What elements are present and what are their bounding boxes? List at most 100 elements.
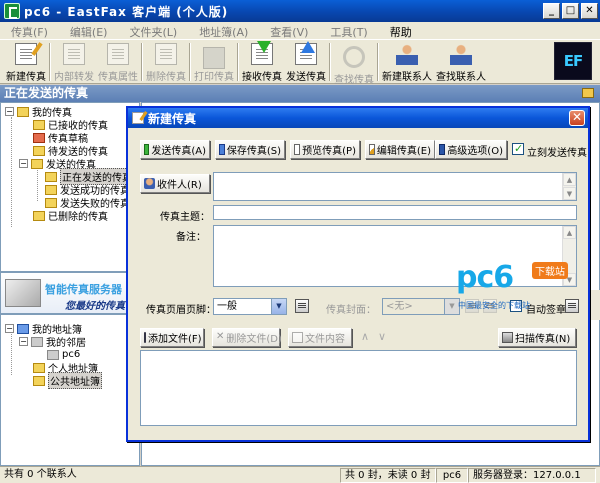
find-contact-button[interactable]: 查找联系人 bbox=[436, 40, 486, 83]
send-icon bbox=[295, 41, 317, 65]
book-icon bbox=[33, 375, 45, 386]
subject-label: 传真主题： bbox=[160, 212, 210, 223]
send-now-checkbox[interactable] bbox=[512, 142, 524, 155]
toolbar-separator bbox=[237, 43, 239, 81]
computer-icon bbox=[47, 349, 59, 360]
toolbar-separator bbox=[49, 43, 51, 81]
send-fax-button[interactable]: 发送传真(A) bbox=[140, 140, 210, 159]
search-icon bbox=[343, 46, 365, 68]
cover-label: 传真封面： bbox=[326, 305, 376, 316]
send-icon bbox=[144, 144, 150, 155]
tree-item-deleted[interactable]: 已删除的传真 bbox=[33, 209, 108, 223]
menu-address[interactable]: 地址簿(A) bbox=[188, 22, 259, 39]
folder-icon bbox=[31, 158, 43, 169]
menu-fax[interactable]: 传真(F) bbox=[0, 22, 59, 39]
eastfax-logo: EF bbox=[554, 42, 592, 80]
forward-button[interactable]: 内部转发 bbox=[54, 40, 94, 83]
recipient-field[interactable]: ▲ ▼ bbox=[213, 172, 577, 201]
window-title: pc6 - EastFax 客户端 (个人版) bbox=[24, 4, 229, 19]
status-counts: 共 0 封，未读 0 封 bbox=[340, 467, 436, 483]
address-book-tree: − 我的地址簿 − 我的邻居 pc6 个人地址簿 公共地址簿 bbox=[0, 314, 140, 466]
subject-input[interactable] bbox=[213, 205, 577, 220]
minimize-button[interactable]: _ bbox=[543, 3, 560, 19]
recipient-button[interactable]: 收件人(R) bbox=[140, 174, 210, 193]
attachment-list[interactable] bbox=[140, 350, 577, 426]
forward-icon bbox=[63, 43, 85, 65]
dialog-titlebar[interactable]: 新建传真 ✕ bbox=[128, 108, 588, 128]
window-controls: _ □ ✕ bbox=[543, 3, 598, 19]
pending-icon bbox=[33, 145, 45, 156]
toolbar-separator bbox=[189, 43, 191, 81]
main-toolbar: 新建传真 内部转发 传真属性 删除传真 打印传真 接收传真 发送传真 查找传真 … bbox=[0, 40, 600, 86]
save-icon bbox=[219, 144, 225, 155]
scroll-up-icon[interactable]: ▲ bbox=[563, 173, 576, 186]
folder-icon bbox=[45, 197, 57, 208]
edit-fax-button[interactable]: 编辑传真(E) bbox=[365, 140, 435, 159]
header-footer-select[interactable]: 一般 ▼ bbox=[213, 298, 287, 315]
advanced-options-button[interactable]: 高级选项(O) bbox=[435, 140, 507, 159]
move-up-icon[interactable]: ∧ bbox=[361, 330, 369, 343]
menu-tools[interactable]: 工具(T) bbox=[319, 22, 378, 39]
book-icon bbox=[33, 362, 45, 373]
menu-bar: 传真(F) 编辑(E) 文件夹(L) 地址簿(A) 查看(V) 工具(T) 帮助 bbox=[0, 22, 600, 40]
menu-edit[interactable]: 编辑(E) bbox=[59, 22, 119, 39]
toolbar-separator bbox=[329, 43, 331, 81]
collapse-icon[interactable]: − bbox=[19, 159, 28, 168]
status-server: 服务器登录：127.0.0.1 bbox=[468, 467, 596, 483]
network-icon bbox=[31, 336, 43, 347]
tree-item-neighbors[interactable]: − 我的邻居 bbox=[19, 335, 86, 349]
add-file-button[interactable]: 添加文件(F) bbox=[140, 328, 204, 347]
dialog-close-button[interactable]: ✕ bbox=[569, 110, 585, 126]
scan-fax-button[interactable]: 扫描传真(N) bbox=[498, 328, 576, 347]
menu-help[interactable]: 帮助 bbox=[379, 22, 423, 39]
find-fax-button[interactable]: 查找传真 bbox=[334, 40, 374, 86]
scroll-up-icon[interactable]: ▲ bbox=[563, 226, 576, 239]
app-icon bbox=[4, 3, 20, 19]
status-bar: 共有 0 个联系人 共 0 封，未读 0 封 pc6 服务器登录：127.0.0… bbox=[0, 466, 600, 483]
folder-icon bbox=[45, 171, 57, 182]
close-button[interactable]: ✕ bbox=[581, 3, 598, 19]
menu-view[interactable]: 查看(V) bbox=[259, 22, 319, 39]
recipient-scrollbar[interactable]: ▲ ▼ bbox=[562, 173, 576, 200]
fax-properties-button[interactable]: 传真属性 bbox=[98, 40, 138, 83]
collapse-icon[interactable]: − bbox=[5, 107, 14, 116]
promo-banner[interactable]: 智能传真服务器 您最好的传真 bbox=[0, 272, 140, 314]
cover-select[interactable]: <无> ▼ bbox=[382, 298, 460, 315]
preview-fax-button[interactable]: 预览传真(P) bbox=[290, 140, 360, 159]
folder-icon bbox=[45, 184, 57, 195]
printer-icon bbox=[203, 47, 225, 69]
chevron-down-icon[interactable]: ▼ bbox=[271, 299, 286, 314]
send-fax-button[interactable]: 发送传真 bbox=[286, 40, 326, 83]
status-contacts: 共有 0 个联系人 bbox=[4, 468, 77, 480]
toolbar-separator bbox=[141, 43, 143, 81]
section-header: 正在发送的传真 bbox=[0, 85, 600, 102]
new-fax-button[interactable]: 新建传真 bbox=[6, 40, 46, 83]
new-fax-icon bbox=[132, 112, 144, 124]
print-fax-button[interactable]: 打印传真 bbox=[194, 40, 234, 83]
header-footer-settings-icon[interactable] bbox=[295, 299, 309, 313]
edit-icon bbox=[369, 144, 375, 155]
collapse-icon[interactable]: − bbox=[5, 324, 14, 333]
folder-icon[interactable] bbox=[582, 88, 594, 98]
status-user: pc6 bbox=[436, 467, 468, 483]
toolbar-separator bbox=[377, 43, 379, 81]
scanner-icon bbox=[502, 332, 513, 343]
move-down-icon[interactable]: ∨ bbox=[378, 330, 386, 343]
menu-folder[interactable]: 文件夹(L) bbox=[118, 22, 188, 39]
folder-icon bbox=[17, 106, 29, 117]
window-titlebar[interactable]: pc6 - EastFax 客户端 (个人版) _ □ ✕ bbox=[0, 0, 600, 22]
pc6-watermark: pc6 下载站 中国最安全的下载站 bbox=[452, 258, 592, 314]
scroll-down-icon[interactable]: ▼ bbox=[563, 187, 576, 200]
save-fax-button[interactable]: 保存传真(S) bbox=[215, 140, 285, 159]
collapse-icon[interactable]: − bbox=[19, 337, 28, 346]
file-content-button[interactable]: 文件内容 bbox=[288, 328, 352, 347]
dialog-title: 新建传真 bbox=[148, 111, 197, 126]
tree-item-public[interactable]: 公共地址簿 bbox=[33, 372, 102, 389]
remove-file-button[interactable]: ✕ 删除文件(D) bbox=[212, 328, 282, 347]
header-footer-label: 传真页眉页脚： bbox=[146, 305, 216, 316]
new-contact-button[interactable]: 新建联系人 bbox=[382, 40, 432, 83]
delete-fax-button[interactable]: 删除传真 bbox=[146, 40, 186, 83]
receive-fax-button[interactable]: 接收传真 bbox=[242, 40, 282, 83]
fax-folder-tree: − 我的传真 已接收的传真 传真草稿 待发送的传真 − 发送的传真 正在发送的传… bbox=[0, 102, 140, 272]
maximize-button[interactable]: □ bbox=[562, 3, 579, 19]
